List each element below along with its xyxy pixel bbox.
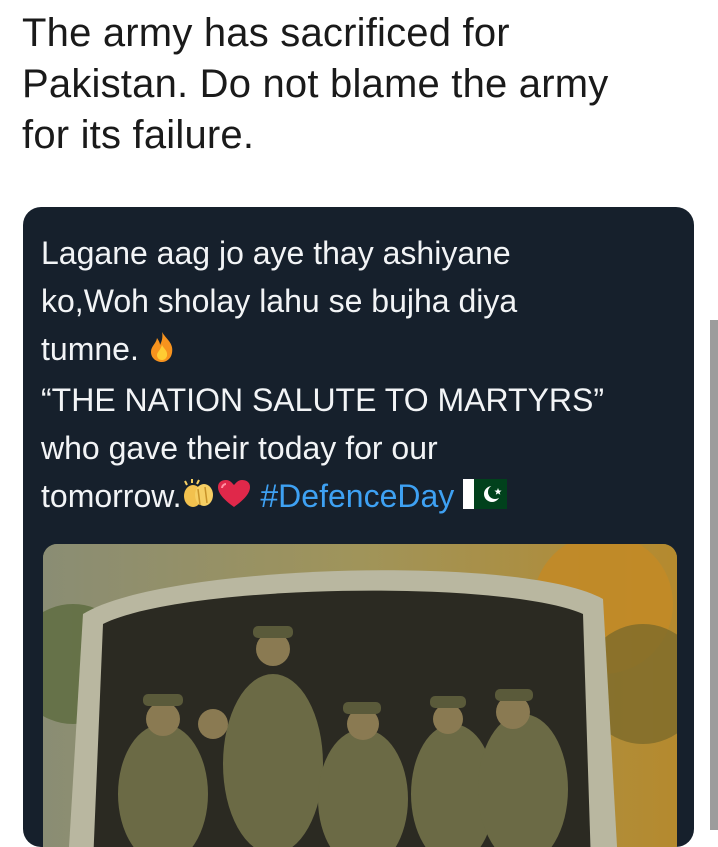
tweet-line-text: tumne. xyxy=(41,331,139,367)
pakistan-flag-icon xyxy=(463,474,508,522)
post-line: for its failure. xyxy=(22,113,255,157)
tweet-line: tomorrow. #DefenceDay xyxy=(41,472,681,523)
tweet-text: Lagane aag jo aye thay ashiyane ko,Woh s… xyxy=(41,229,681,522)
tweet-line: “THE NATION SALUTE TO MARTYRS” xyxy=(41,381,605,418)
soldiers-in-truck-photo xyxy=(43,544,677,847)
post-text: The army has sacrificed for Pakistan. Do… xyxy=(22,8,702,161)
tweet-line: ko,Woh sholay lahu se bujha diya xyxy=(41,283,518,319)
embedded-tweet-card[interactable]: Lagane aag jo aye thay ashiyane ko,Woh s… xyxy=(23,207,694,847)
tweet-line: Lagane aag jo aye thay ashiyane xyxy=(41,235,511,271)
tweet-line: who gave their today for our xyxy=(41,429,438,466)
heart-icon xyxy=(217,474,251,522)
clapping-hands-icon xyxy=(181,474,217,522)
scrollbar[interactable] xyxy=(710,320,718,830)
post-line: Pakistan. Do not blame the army xyxy=(22,62,609,106)
tweet-line-text: tomorrow. xyxy=(41,477,182,514)
fire-icon xyxy=(148,328,176,376)
tweet-line: tumne. xyxy=(41,325,681,376)
hashtag-link[interactable]: #DefenceDay xyxy=(260,478,454,514)
post-line: The army has sacrificed for xyxy=(22,11,510,55)
